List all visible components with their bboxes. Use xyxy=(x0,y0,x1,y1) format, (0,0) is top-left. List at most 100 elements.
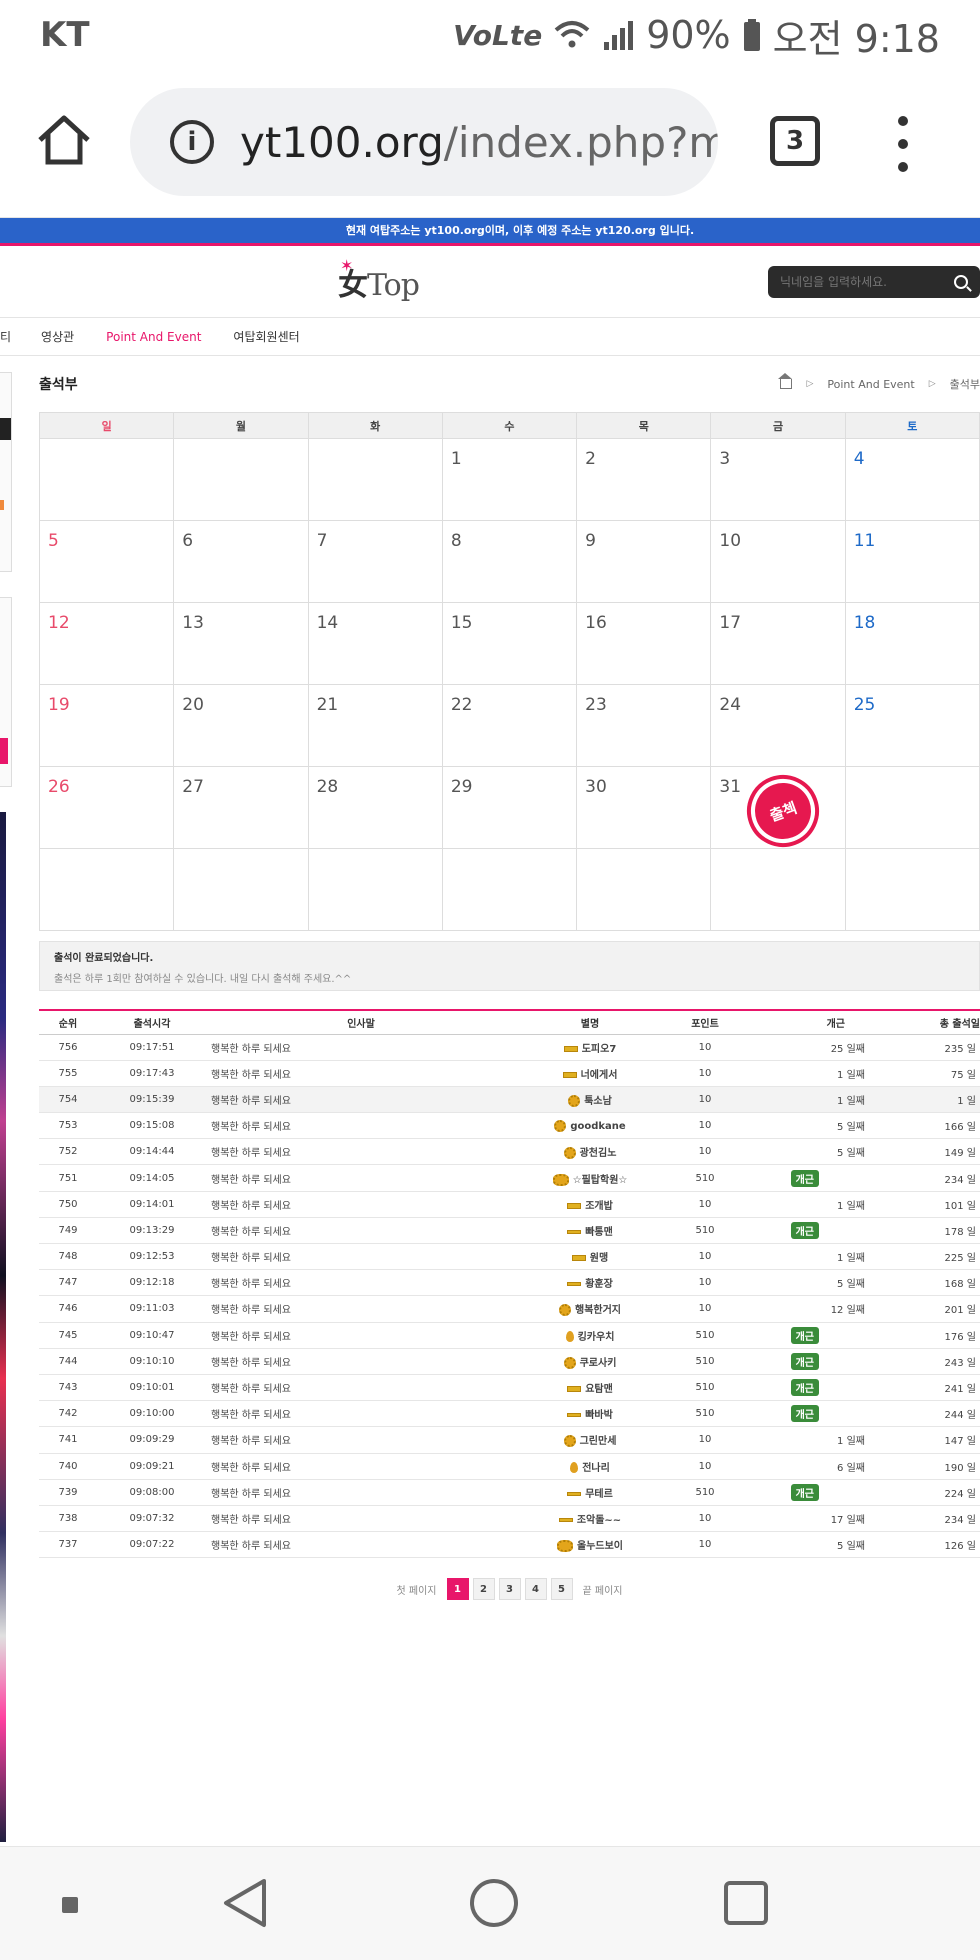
nick-text[interactable]: 너에게서 xyxy=(581,1070,618,1081)
nick-text[interactable]: 툭소남 xyxy=(584,1096,612,1107)
nick-cell[interactable]: 올누드보이 xyxy=(515,1531,665,1559)
page-button[interactable]: 1 xyxy=(446,1578,469,1601)
nick-text[interactable]: ☆필탑학원☆ xyxy=(573,1175,628,1186)
nick-text[interactable]: 무테르 xyxy=(585,1489,613,1500)
attendance-row: 746 09:11:03 행복한 하루 되세요 행복한거지 10 12 일째 201 일 xyxy=(39,1295,980,1323)
home-icon[interactable] xyxy=(34,110,94,170)
nick-cell[interactable]: 킹카우치 xyxy=(515,1322,665,1349)
main-nav: 티 영상관 Point And Event 여탑회원센터 xyxy=(0,318,980,356)
streak-cell: 5 일째 xyxy=(745,1269,875,1297)
nick-text[interactable]: 전나리 xyxy=(582,1463,610,1474)
nick-cell[interactable]: 행복한거지 xyxy=(515,1295,665,1323)
nick-cell[interactable]: 도피오7 xyxy=(515,1034,665,1061)
nick-text[interactable]: 원맹 xyxy=(590,1253,608,1264)
point-cell: 10 xyxy=(665,1191,745,1218)
nick-cell[interactable]: 원맹 xyxy=(515,1243,665,1271)
page-button[interactable]: 3 xyxy=(498,1578,521,1601)
member-level-icon xyxy=(563,1356,576,1369)
greeting-cell: 행복한 하루 되세요 xyxy=(207,1505,515,1533)
overflow-menu-icon[interactable] xyxy=(893,116,913,172)
nick-cell[interactable]: ☆필탑학원☆ xyxy=(515,1164,665,1192)
nick-text[interactable]: 행복한거지 xyxy=(575,1305,621,1316)
url-host: yt100.org xyxy=(240,117,444,167)
perfect-attendance-badge: 개근 xyxy=(790,1326,819,1344)
nick-cell[interactable]: goodkane xyxy=(515,1112,665,1140)
nick-text[interactable]: 킹카우치 xyxy=(578,1332,615,1343)
nick-cell[interactable]: 조개밥 xyxy=(515,1191,665,1218)
member-level-icon xyxy=(567,1282,582,1287)
nick-cell[interactable]: 그린만세 xyxy=(515,1426,665,1454)
nick-text[interactable]: 도피오7 xyxy=(582,1044,617,1055)
streak-value: 1 일째 xyxy=(837,1095,865,1107)
time-cell: 09:09:21 xyxy=(97,1453,207,1480)
pagination-first[interactable]: 첫 페이지 xyxy=(397,1582,437,1597)
weekday-header: 목 xyxy=(576,412,712,439)
rank-cell: 746 xyxy=(39,1295,97,1323)
nick-text[interactable]: 조개밥 xyxy=(585,1201,613,1212)
search-icon[interactable] xyxy=(954,275,968,289)
greeting-cell: 행복한 하루 되세요 xyxy=(207,1322,515,1349)
page-button[interactable]: 4 xyxy=(524,1578,547,1601)
streak-cell: 12 일째 xyxy=(745,1295,875,1323)
greeting-cell: 행복한 하루 되세요 xyxy=(207,1453,515,1480)
logo-spark-icon: ✶ xyxy=(340,256,353,275)
clock: 오전 9:18 xyxy=(772,16,940,61)
site-logo[interactable]: ✶ 女Top xyxy=(338,256,420,304)
point-cell: 10 xyxy=(665,1086,745,1114)
page-button[interactable]: 5 xyxy=(550,1578,573,1601)
page-button[interactable]: 2 xyxy=(472,1578,495,1601)
calendar-day: 18 xyxy=(844,602,980,685)
nick-text[interactable]: 황훈장 xyxy=(585,1279,613,1290)
nickname-search-input[interactable] xyxy=(780,275,950,289)
nick-text[interactable]: 조악돌~~ xyxy=(577,1515,621,1526)
calendar-day xyxy=(576,848,712,931)
nav-item-video[interactable]: 영상관 xyxy=(41,328,74,345)
pagination-last[interactable]: 끝 페이지 xyxy=(583,1582,623,1597)
url-text[interactable]: yt100.org/index.php?m xyxy=(240,118,718,167)
tab-switcher-button[interactable]: 3 xyxy=(770,116,820,166)
nick-cell[interactable]: 쿠로사키 xyxy=(515,1348,665,1375)
total-cell: 1 일 xyxy=(875,1086,980,1114)
nick-cell[interactable]: 전나리 xyxy=(515,1453,665,1480)
nav-item-cut[interactable]: 티 xyxy=(0,328,11,345)
nick-text[interactable]: goodkane xyxy=(570,1121,625,1132)
time-cell: 09:08:00 xyxy=(97,1479,207,1506)
address-bar[interactable]: i yt100.org/index.php?m xyxy=(130,88,718,196)
nick-text[interactable]: 쿠로사키 xyxy=(580,1358,617,1369)
nick-cell[interactable]: 광천김노 xyxy=(515,1138,665,1166)
nav-pin-icon[interactable] xyxy=(62,1897,78,1913)
back-icon[interactable] xyxy=(222,1877,268,1929)
breadcrumb-item-point-and-event[interactable]: Point And Event xyxy=(827,378,914,391)
nick-cell[interactable]: 무테르 xyxy=(515,1479,665,1506)
nick-text[interactable]: 광천김노 xyxy=(580,1148,617,1159)
point-cell: 510 xyxy=(665,1322,745,1349)
nick-cell[interactable]: 조악돌~~ xyxy=(515,1505,665,1533)
nick-cell[interactable]: 황훈장 xyxy=(515,1269,665,1297)
nick-text[interactable]: 요탐맨 xyxy=(585,1384,613,1395)
nick-cell[interactable]: 요탐맨 xyxy=(515,1374,665,1402)
col-header-total: 총 출석일 xyxy=(875,1010,980,1035)
attendance-row: 745 09:10:47 행복한 하루 되세요 킹카우치 510 개근 176 일 xyxy=(39,1322,980,1349)
nick-text[interactable]: 올누드보이 xyxy=(577,1541,623,1552)
calendar-day-today: 31 출첵 xyxy=(710,764,846,858)
nick-text[interactable]: 빠통맨 xyxy=(585,1227,613,1238)
carrier-label: KT xyxy=(40,15,90,55)
nick-text[interactable]: 그린만세 xyxy=(580,1436,617,1447)
recent-apps-icon[interactable] xyxy=(724,1881,768,1925)
nick-cell[interactable]: 너에게서 xyxy=(515,1060,665,1087)
info-icon[interactable]: i xyxy=(170,120,214,164)
nick-cell[interactable]: 툭소남 xyxy=(515,1086,665,1114)
point-cell: 10 xyxy=(665,1453,745,1480)
breadcrumb-home-icon[interactable] xyxy=(778,373,793,389)
nav-item-point-and-event[interactable]: Point And Event xyxy=(106,330,201,344)
nick-cell[interactable]: 빠통맨 xyxy=(515,1217,665,1245)
nav-item-member-center[interactable]: 여탑회원센터 xyxy=(233,328,299,345)
home-circle-icon[interactable] xyxy=(470,1879,518,1927)
streak-cell: 개근 xyxy=(745,1217,875,1245)
rank-cell: 738 xyxy=(39,1505,97,1533)
total-cell: 147 일 xyxy=(875,1426,980,1454)
nick-cell[interactable]: 빠바박 xyxy=(515,1400,665,1428)
rank-cell: 755 xyxy=(39,1060,97,1087)
nick-text[interactable]: 빠바박 xyxy=(585,1410,613,1421)
sidebar-pink-mark xyxy=(0,738,8,764)
